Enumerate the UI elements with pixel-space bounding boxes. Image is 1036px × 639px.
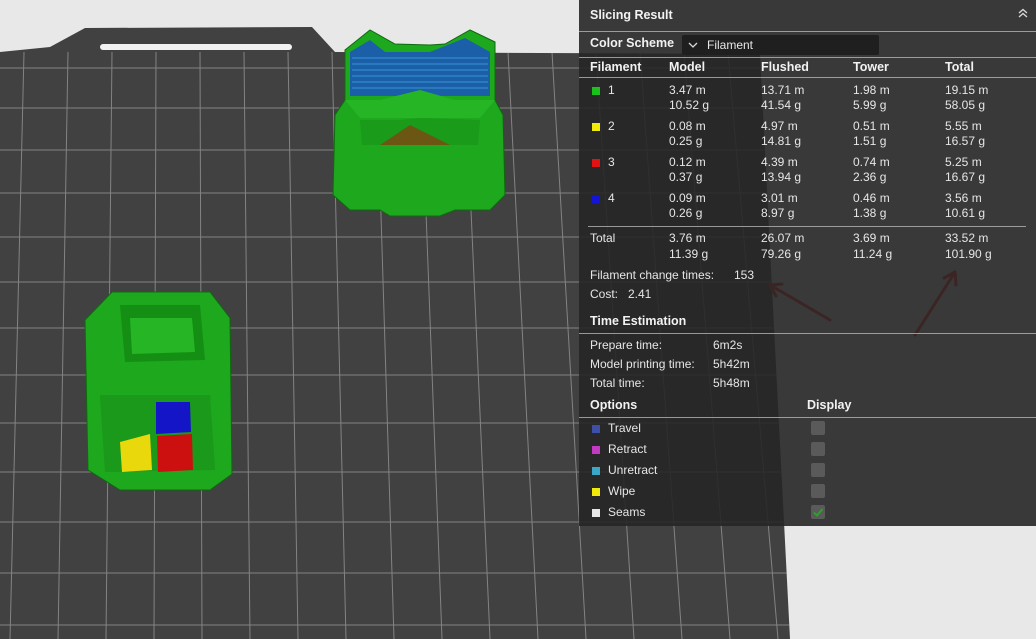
retract-display-checkbox[interactable] (811, 442, 825, 456)
prepare-time-value: 6m2s (713, 338, 743, 352)
wipe-color-swatch (592, 488, 600, 496)
filament-color-swatch (592, 87, 600, 95)
divider (579, 57, 1036, 58)
total-time-label: Total time: (590, 376, 645, 390)
total-length: 5.55 m (945, 119, 982, 133)
total-weight: 58.05 g (945, 98, 986, 112)
time-estimation-title: Time Estimation (590, 314, 687, 328)
model-length: 0.08 m (669, 119, 706, 133)
flushed-weight: 79.26 g (761, 247, 802, 261)
retract-color-swatch (592, 446, 600, 454)
filament-color-swatch (592, 195, 600, 203)
tower-length: 3.69 m (853, 231, 890, 245)
filament-id: 3 (608, 155, 615, 169)
filament-id: 1 (608, 83, 615, 97)
total-length: 33.52 m (945, 231, 989, 245)
flushed-length: 3.01 m (761, 191, 798, 205)
color-scheme-label: Color Scheme (590, 36, 675, 50)
cost-value: 2.41 (628, 287, 652, 301)
tower-length: 0.46 m (853, 191, 890, 205)
total-label: Total (590, 231, 616, 245)
col-header-flushed: Flushed (761, 60, 809, 74)
total-weight: 101.90 g (945, 247, 992, 261)
filament-change-label: Filament change times: (590, 268, 715, 282)
color-scheme-dropdown[interactable]: Filament (682, 35, 879, 55)
total-length: 5.25 m (945, 155, 982, 169)
filament-id: 4 (608, 191, 615, 205)
flushed-length: 13.71 m (761, 83, 805, 97)
seams-color-swatch (592, 509, 600, 517)
unretract-display-checkbox[interactable] (811, 463, 825, 477)
flushed-length: 4.97 m (761, 119, 798, 133)
total-time-value: 5h48m (713, 376, 750, 390)
total-weight: 10.61 g (945, 206, 986, 220)
cube-model[interactable] (84, 291, 233, 491)
flushed-length: 26.07 m (761, 231, 805, 245)
option-label: Wipe (608, 484, 636, 498)
prime-tower[interactable] (332, 29, 506, 217)
divider (579, 77, 1036, 78)
col-header-total: Total (945, 60, 974, 74)
chevron-down-icon (688, 42, 698, 48)
col-header-filament: Filament (590, 60, 642, 74)
tower-weight: 1.51 g (853, 134, 887, 148)
model-weight: 11.39 g (669, 247, 709, 261)
option-label: Retract (608, 442, 647, 456)
total-weight: 16.67 g (945, 170, 986, 184)
travel-color-swatch (592, 425, 600, 433)
panel-title: Slicing Result (590, 8, 673, 22)
checkmark-icon (813, 508, 824, 517)
seams-display-checkbox[interactable] (811, 505, 825, 519)
travel-display-checkbox[interactable] (811, 421, 825, 435)
color-scheme-value: Filament (707, 38, 754, 52)
flushed-length: 4.39 m (761, 155, 798, 169)
tower-weight: 11.24 g (853, 247, 893, 261)
model-length: 0.09 m (669, 191, 706, 205)
model-length: 3.76 m (669, 231, 706, 245)
filament-id: 2 (608, 119, 615, 133)
prepare-time-label: Prepare time: (590, 338, 663, 352)
filament-change-value: 153 (734, 268, 755, 282)
divider (579, 417, 1036, 418)
option-label: Seams (608, 505, 646, 519)
model-weight: 10.52 g (669, 98, 710, 112)
divider (579, 31, 1036, 32)
flushed-weight: 14.81 g (761, 134, 802, 148)
total-weight: 16.57 g (945, 134, 986, 148)
slicing-result-panel: Slicing Result Color Scheme Filament Fil… (579, 0, 1036, 526)
model-length: 0.12 m (669, 155, 706, 169)
model-weight: 0.37 g (669, 170, 703, 184)
flushed-weight: 8.97 g (761, 206, 795, 220)
col-header-model: Model (669, 60, 706, 74)
option-label: Travel (608, 421, 641, 435)
model-printing-time-label: Model printing time: (590, 357, 695, 371)
tower-length: 1.98 m (853, 83, 890, 97)
tower-weight: 1.38 g (853, 206, 887, 220)
total-length: 3.56 m (945, 191, 982, 205)
option-label: Unretract (608, 463, 658, 477)
unretract-color-swatch (592, 467, 600, 475)
divider (579, 333, 1036, 334)
flushed-weight: 13.94 g (761, 170, 802, 184)
plate-handle (100, 44, 292, 50)
model-length: 3.47 m (669, 83, 706, 97)
collapse-icon[interactable] (1016, 6, 1030, 20)
tower-weight: 2.36 g (853, 170, 887, 184)
model-weight: 0.25 g (669, 134, 703, 148)
divider (588, 226, 1026, 227)
model-printing-time-value: 5h42m (713, 357, 750, 371)
options-title: Options (590, 398, 638, 412)
filament-color-swatch (592, 159, 600, 167)
tower-length: 0.51 m (853, 119, 890, 133)
wipe-display-checkbox[interactable] (811, 484, 825, 498)
col-header-tower: Tower (853, 60, 889, 74)
total-length: 19.15 m (945, 83, 989, 97)
filament-color-swatch (592, 123, 600, 131)
cost-label: Cost: (590, 287, 619, 301)
tower-weight: 5.99 g (853, 98, 887, 112)
tower-length: 0.74 m (853, 155, 890, 169)
flushed-weight: 41.54 g (761, 98, 802, 112)
display-title: Display (807, 398, 852, 412)
model-weight: 0.26 g (669, 206, 703, 220)
